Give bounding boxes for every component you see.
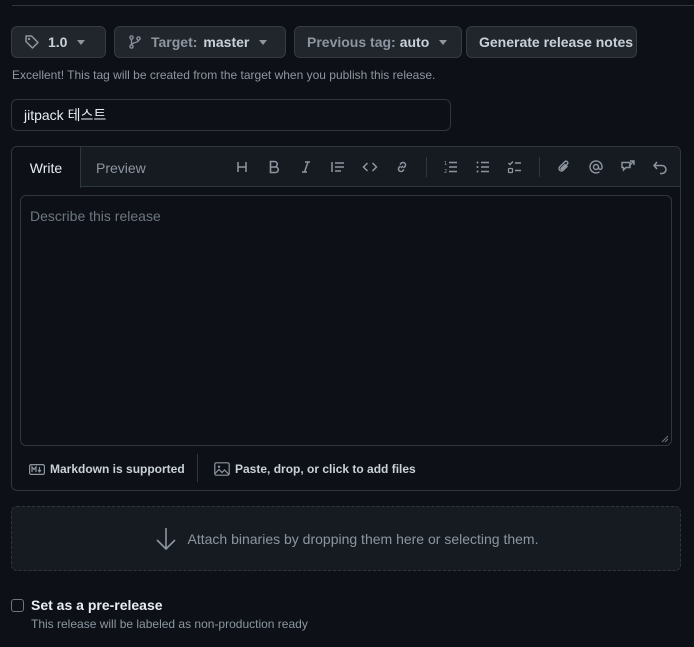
target-value: master bbox=[203, 34, 250, 50]
markdown-icon bbox=[29, 463, 45, 475]
toolbar-divider bbox=[539, 157, 540, 177]
release-notes-editor: Write Preview 12 Describe this release M… bbox=[11, 146, 681, 491]
image-icon bbox=[214, 462, 230, 476]
chevron-down-icon bbox=[439, 39, 448, 45]
svg-text:1: 1 bbox=[444, 161, 447, 167]
prerelease-checkbox[interactable] bbox=[11, 598, 24, 612]
tag-hint-text: Excellent! This tag will be created from… bbox=[12, 68, 436, 82]
prerelease-label[interactable]: Set as a pre-release bbox=[31, 597, 163, 613]
unordered-list-icon[interactable] bbox=[471, 155, 495, 179]
add-files-button[interactable]: Paste, drop, or click to add files bbox=[214, 462, 416, 476]
heading-icon[interactable] bbox=[230, 155, 254, 179]
editor-footer: Markdown is supported Paste, drop, or cl… bbox=[12, 454, 680, 488]
dropzone-text: Attach binaries by dropping them here or… bbox=[187, 530, 539, 547]
editor-header: Write Preview 12 bbox=[12, 147, 680, 188]
quote-icon[interactable] bbox=[326, 155, 350, 179]
task-list-icon[interactable] bbox=[503, 155, 527, 179]
arrow-down-icon bbox=[155, 527, 176, 550]
ordered-list-icon[interactable]: 12 bbox=[439, 155, 463, 179]
bold-icon[interactable] bbox=[262, 155, 286, 179]
previous-tag-label: Previous tag: bbox=[307, 34, 396, 50]
release-description-textarea[interactable]: Describe this release bbox=[20, 195, 672, 446]
prerelease-note: This release will be labeled as non-prod… bbox=[31, 617, 308, 631]
branch-icon bbox=[129, 35, 141, 49]
tag-icon bbox=[25, 35, 39, 49]
target-select-button[interactable]: Target: master bbox=[114, 26, 286, 58]
release-title-input[interactable]: jitpack 테스트 bbox=[11, 99, 451, 131]
generate-release-notes-button[interactable]: Generate release notes bbox=[466, 26, 637, 58]
top-divider bbox=[12, 5, 694, 6]
markdown-note: Markdown is supported bbox=[50, 462, 185, 476]
italic-icon[interactable] bbox=[294, 155, 318, 179]
tab-write[interactable]: Write bbox=[12, 147, 81, 188]
link-icon[interactable] bbox=[390, 155, 414, 179]
tab-preview[interactable]: Preview bbox=[96, 147, 146, 188]
code-icon[interactable] bbox=[358, 155, 382, 179]
binaries-dropzone[interactable]: Attach binaries by dropping them here or… bbox=[11, 506, 681, 571]
target-label: Target: bbox=[151, 34, 198, 50]
resize-handle-icon[interactable] bbox=[661, 435, 669, 443]
toolbar-divider bbox=[426, 157, 427, 177]
mention-icon[interactable] bbox=[584, 155, 608, 179]
generate-release-notes-label: Generate release notes bbox=[479, 34, 634, 50]
attach-icon[interactable] bbox=[552, 155, 576, 179]
previous-tag-select-button[interactable]: Previous tag: auto bbox=[294, 26, 462, 58]
svg-text:2: 2 bbox=[444, 169, 447, 175]
footer-divider bbox=[197, 454, 198, 482]
previous-tag-value: auto bbox=[399, 34, 430, 50]
chevron-down-icon bbox=[77, 39, 86, 45]
undo-icon[interactable] bbox=[648, 155, 672, 179]
markdown-supported-link[interactable]: Markdown is supported bbox=[29, 462, 185, 476]
prerelease-row: Set as a pre-release bbox=[11, 597, 163, 613]
tag-value: 1.0 bbox=[48, 34, 68, 50]
tag-select-button[interactable]: 1.0 bbox=[11, 26, 106, 58]
chevron-down-icon bbox=[259, 39, 268, 45]
add-files-note: Paste, drop, or click to add files bbox=[235, 462, 416, 476]
reference-icon[interactable] bbox=[616, 155, 640, 179]
